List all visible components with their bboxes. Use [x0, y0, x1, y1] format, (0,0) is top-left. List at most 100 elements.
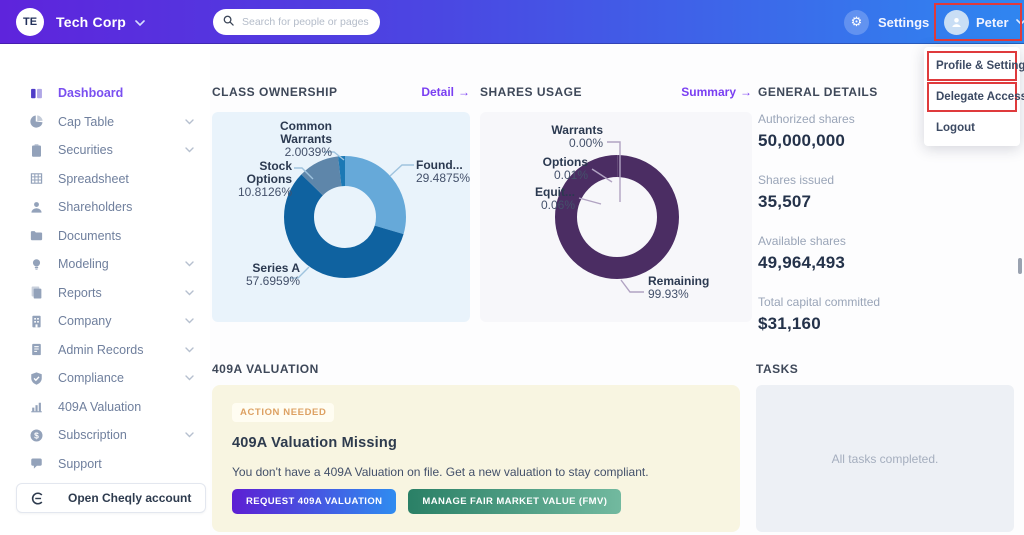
stat-available-shares: Available shares 49,964,493 — [758, 234, 880, 273]
support-icon — [28, 456, 44, 472]
stat-label: Shares issued — [758, 173, 835, 187]
valuation-alert-card: ACTION NEEDED 409A Valuation Missing You… — [212, 385, 740, 532]
tasks-card: All tasks completed. — [756, 385, 1014, 532]
tasks-section-title: TASKS — [756, 362, 799, 376]
chevron-down-icon — [185, 375, 194, 381]
chevron-down-icon — [185, 432, 194, 438]
settings-button[interactable]: ⚙ Settings — [844, 0, 929, 44]
svg-text:$: $ — [34, 430, 39, 440]
search-input[interactable] — [240, 15, 379, 29]
dashboard-icon — [28, 85, 44, 101]
sidebar-item-reports[interactable]: Reports — [0, 279, 210, 308]
sidebar-item-label: Reports — [58, 285, 102, 300]
chevron-down-icon — [185, 318, 194, 324]
chevron-down-icon — [1015, 13, 1024, 31]
shares-usage-summary-link[interactable]: Summary → — [681, 85, 752, 99]
valuation-section-title: 409A VALUATION — [212, 362, 319, 376]
cheqly-logo-icon — [29, 490, 45, 506]
stat-value: 50,000,000 — [758, 131, 846, 150]
spreadsheet-icon — [28, 171, 44, 187]
sidebar-item-label: Admin Records — [58, 342, 144, 357]
arrow-right-icon: → — [740, 85, 752, 99]
sidebar-item-label: Securities — [58, 143, 113, 158]
slice-label-warrants: Warrants 0.00% — [551, 123, 603, 150]
tasks-empty-text: All tasks completed. — [831, 451, 939, 466]
sidebar-item-label: Dashboard — [58, 86, 124, 101]
stat-label: Authorized shares — [758, 112, 855, 126]
sidebar-item-cap-table[interactable]: Cap Table — [0, 108, 210, 137]
sidebar-menu: Dashboard Cap Table Securities Spreadsheet S… — [0, 44, 210, 478]
sidebar-item-modeling[interactable]: Modeling — [0, 250, 210, 279]
open-cheqly-account-button[interactable]: Open Cheqly account — [16, 483, 206, 513]
annotation-box: Profile & Settings — [927, 51, 1024, 81]
compliance-icon — [28, 370, 44, 386]
sidebar-item-shareholders[interactable]: Shareholders — [0, 193, 210, 222]
shares-usage-card: Warrants 0.00% Options 0.01% Equit... 0.… — [480, 112, 752, 322]
class-ownership-card: Common Warrants 2.0039% Found... 29.4875… — [212, 112, 470, 322]
request-409a-valuation-button[interactable]: REQUEST 409A VALUATION — [232, 489, 397, 514]
sidebar-item-support[interactable]: Support — [0, 450, 210, 479]
slice-label-founders: Found... 29.4875% — [416, 158, 471, 185]
sidebar-item-dashboard[interactable]: Dashboard — [0, 79, 210, 108]
user-name: Peter — [976, 14, 1009, 30]
slice-label-common-warrants: Common Warrants 2.0039% — [280, 119, 332, 159]
stat-value: 35,507 — [758, 192, 812, 211]
cap-table-icon — [28, 114, 44, 130]
chevron-down-icon — [185, 147, 194, 153]
company-avatar[interactable]: TE — [16, 8, 44, 36]
sidebar-item-label: Spreadsheet — [58, 171, 129, 186]
stat-label: Total capital committed — [758, 295, 881, 309]
company-name: Tech Corp — [56, 14, 126, 30]
menu-item-profile-settings[interactable]: Profile & Settings — [929, 53, 1024, 79]
shareholders-icon — [28, 199, 44, 215]
menu-item-delegate-access[interactable]: Delegate Access — [929, 84, 1024, 110]
action-needed-badge: ACTION NEEDED — [232, 403, 335, 422]
sidebar-item-label: Support — [58, 456, 102, 471]
sidebar-item-label: Cap Table — [58, 114, 115, 129]
user-menu-button[interactable]: Peter — [944, 0, 1024, 44]
global-search — [213, 9, 380, 35]
slice-label-remaining: Remaining 99.93% — [648, 274, 710, 301]
valuation-missing-description: You don't have a 409A Valuation on file.… — [232, 465, 649, 479]
sidebar-item-409a-valuation[interactable]: 409A Valuation — [0, 393, 210, 422]
search-icon — [223, 13, 234, 31]
valuation-missing-title: 409A Valuation Missing — [232, 435, 398, 451]
sidebar-item-subscription[interactable]: $ Subscription — [0, 421, 210, 450]
sidebar-item-documents[interactable]: Documents — [0, 222, 210, 251]
menu-item-logout[interactable]: Logout — [927, 113, 1017, 143]
open-cheqly-account-label: Open Cheqly account — [68, 491, 192, 505]
chevron-down-icon — [135, 14, 145, 30]
sidebar-item-label: Subscription — [58, 428, 127, 443]
sidebar-item-admin-records[interactable]: Admin Records — [0, 336, 210, 365]
sidebar-item-company[interactable]: Company — [0, 307, 210, 336]
top-bar: TE Tech Corp ⚙ Settings Peter — [0, 0, 1024, 44]
leader-lines — [578, 141, 644, 293]
user-dropdown-menu: Profile & Settings Delegate Access Logout — [924, 47, 1024, 146]
chevron-down-icon — [185, 261, 194, 267]
chevron-down-icon — [185, 290, 194, 296]
annotation-box: Delegate Access — [927, 82, 1024, 112]
sidebar: Dashboard Cap Table Securities Spreadsheet S… — [0, 44, 210, 535]
sidebar-item-compliance[interactable]: Compliance — [0, 364, 210, 393]
class-ownership-title: CLASS OWNERSHIP — [212, 85, 338, 99]
chevron-down-icon — [185, 347, 194, 353]
manage-fmv-button[interactable]: MANAGE FAIR MARKET VALUE (FMV) — [408, 489, 622, 514]
valuation-chart-icon — [28, 399, 44, 415]
sidebar-item-label: Documents — [58, 228, 122, 243]
stat-value: 49,964,493 — [758, 253, 846, 272]
gear-icon: ⚙ — [844, 9, 869, 35]
company-icon — [28, 313, 44, 329]
subscription-icon: $ — [28, 427, 44, 443]
stat-total-capital-committed: Total capital committed $31,160 — [758, 295, 880, 334]
sidebar-item-securities[interactable]: Securities — [0, 136, 210, 165]
scrollbar-thumb[interactable] — [1018, 258, 1022, 274]
admin-records-icon — [28, 342, 44, 358]
modeling-icon — [28, 256, 44, 272]
securities-icon — [28, 142, 44, 158]
company-switcher[interactable]: Tech Corp — [56, 0, 145, 44]
user-avatar-icon — [944, 9, 969, 35]
class-ownership-detail-link[interactable]: Detail → — [421, 85, 470, 99]
slice-label-series-a: Series A 57.6959% — [246, 261, 301, 288]
sidebar-item-spreadsheet[interactable]: Spreadsheet — [0, 165, 210, 194]
stat-value: $31,160 — [758, 314, 821, 333]
